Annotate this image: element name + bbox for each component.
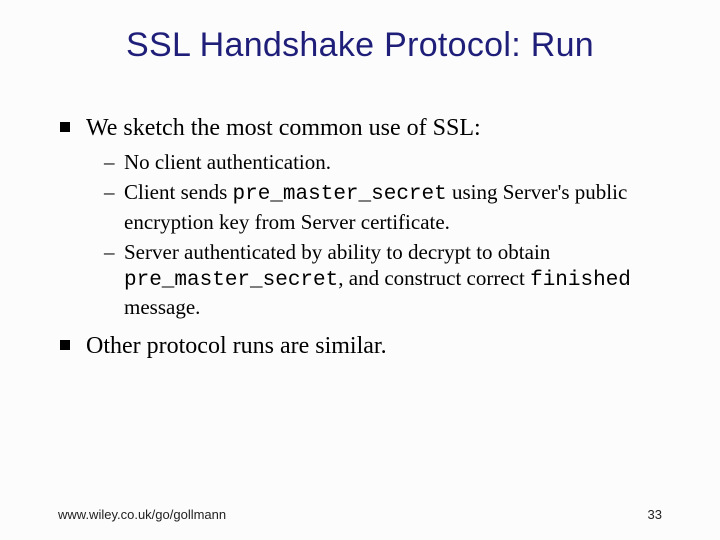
slide: SSL Handshake Protocol: Run We sketch th… (0, 0, 720, 540)
code-pre-master-secret: pre_master_secret (124, 269, 338, 292)
slide-footer: www.wiley.co.uk/go/gollmann 33 (58, 507, 662, 522)
text-frag: Client sends (124, 180, 233, 204)
bullet-2: Other protocol runs are similar. (58, 331, 662, 361)
slide-title: SSL Handshake Protocol: Run (58, 26, 662, 65)
code-finished: finished (530, 269, 631, 292)
footer-url: www.wiley.co.uk/go/gollmann (58, 507, 226, 522)
bullet-1-text: We sketch the most common use of SSL: (86, 115, 481, 141)
bullet-1-sub-3: Server authenticated by ability to decry… (104, 239, 662, 321)
footer-page-number: 33 (648, 507, 662, 522)
bullet-1-sublist: No client authentication. Client sends p… (86, 149, 662, 321)
slide-body: We sketch the most common use of SSL: No… (58, 113, 662, 361)
bullet-2-text: Other protocol runs are similar. (86, 333, 387, 359)
bullet-1: We sketch the most common use of SSL: No… (58, 113, 662, 321)
bullet-1-sub-2: Client sends pre_master_secret using Ser… (104, 179, 662, 235)
bullet-list: We sketch the most common use of SSL: No… (58, 113, 662, 361)
bullet-1-sub-1: No client authentication. (104, 149, 662, 175)
text-frag: Server authenticated by ability to decry… (124, 240, 550, 264)
text-frag: , and construct correct (338, 266, 530, 290)
code-pre-master-secret: pre_master_secret (233, 183, 447, 206)
text-frag: message. (124, 295, 200, 319)
